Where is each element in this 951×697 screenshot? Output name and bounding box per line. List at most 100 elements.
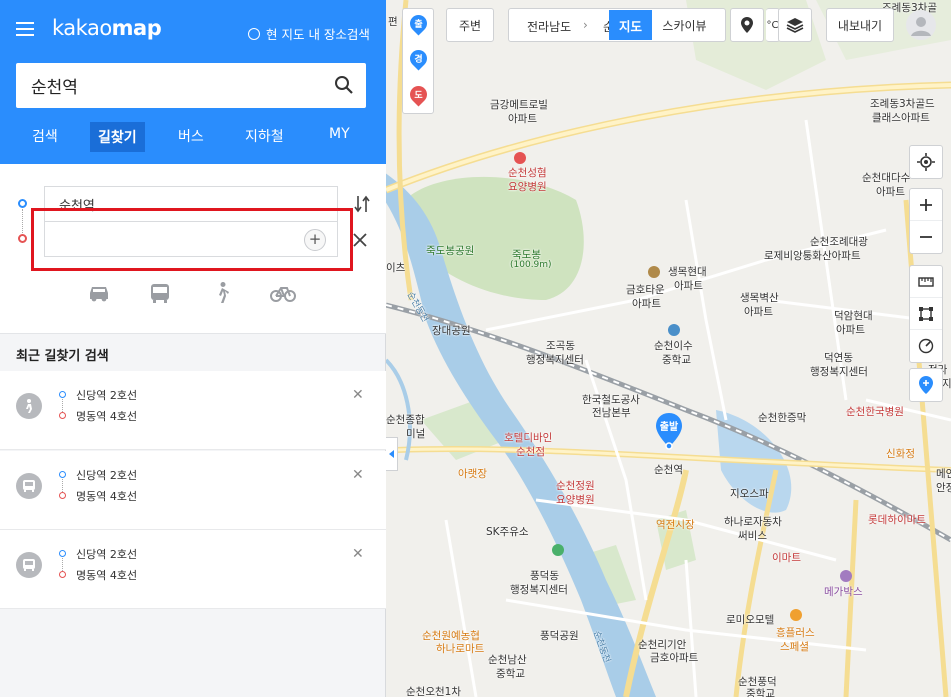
tab-directions[interactable]: 길찾기 <box>90 122 145 152</box>
route-markers-bar: 출 경 도 <box>402 8 434 114</box>
measure-tools <box>909 265 943 363</box>
map-label: 아파트 <box>674 280 703 292</box>
recent-destination: 명동역 4호선 <box>76 569 138 582</box>
tab-subway[interactable]: 지하철 <box>245 126 284 146</box>
export-button[interactable]: 내보내기 <box>826 8 894 42</box>
roadview-button[interactable] <box>730 8 764 42</box>
area-search-toggle[interactable]: 현 지도 내 장소검색 <box>248 24 370 43</box>
hamburger-menu-icon[interactable] <box>16 22 34 36</box>
area-measure-button[interactable] <box>910 298 942 330</box>
map-label: 금강메트로빌 <box>490 99 548 111</box>
map-label: 하나로자동차 <box>724 516 782 528</box>
swap-icon[interactable] <box>354 194 370 214</box>
search-icon[interactable] <box>334 75 354 95</box>
transit-icon <box>16 473 42 499</box>
add-waypoint-button[interactable]: + <box>304 229 326 251</box>
walk-icon[interactable] <box>210 281 236 305</box>
zoom-out-button[interactable] <box>910 221 942 253</box>
origin-dot-icon <box>59 471 66 478</box>
map-label: 써비스 <box>738 530 767 542</box>
side-panel: kakaomap 현 지도 내 장소검색 검색 길찾기 버스 지하철 MY 순천… <box>0 0 386 697</box>
start-marker-button[interactable]: 출 <box>406 11 431 37</box>
close-icon[interactable] <box>352 232 368 248</box>
remove-recent-button[interactable]: ✕ <box>352 546 364 562</box>
tab-bus[interactable]: 버스 <box>178 126 204 146</box>
gas-station-poi-icon[interactable] <box>552 544 564 556</box>
map-label: 생목현대 <box>668 266 707 278</box>
map-label: 호텔디바인 <box>504 432 553 444</box>
origin-dot-icon <box>18 199 27 208</box>
car-icon[interactable] <box>86 281 112 305</box>
map-label: 아랫장 <box>458 468 487 480</box>
area-search-label: 현 지도 내 장소검색 <box>266 27 370 42</box>
panel-collapse-handle[interactable] <box>386 437 398 471</box>
radius-measure-button[interactable] <box>910 330 942 362</box>
map-label: 풍덕동 <box>530 570 559 582</box>
layers-icon <box>786 18 804 33</box>
minus-icon <box>920 236 932 238</box>
map-label: 스페셜 <box>780 641 809 653</box>
tab-search[interactable]: 검색 <box>32 126 58 146</box>
user-avatar[interactable] <box>906 10 936 40</box>
apartment-poi-icon[interactable] <box>648 266 660 278</box>
school-poi-icon[interactable] <box>668 324 680 336</box>
map-view-button[interactable]: 지도 <box>609 10 652 40</box>
cinema-poi-icon[interactable] <box>840 570 852 582</box>
waypoint-marker-button[interactable]: 경 <box>406 46 431 72</box>
layers-button[interactable] <box>778 8 812 42</box>
add-place-button[interactable] <box>910 369 942 401</box>
recent-route-item[interactable]: 신당역 2호선 명동역 4호선 ✕ <box>0 371 386 450</box>
map-label: 순천이수 <box>654 340 693 352</box>
recent-route-item[interactable]: 신당역 2호선 명동역 4호선 ✕ <box>0 451 386 530</box>
destination-dot-icon <box>59 571 66 578</box>
distance-measure-button[interactable] <box>910 266 942 298</box>
map-label: 덕암현대 <box>834 310 873 322</box>
destination-dot-icon <box>59 492 66 499</box>
map-label: 하나로마트 <box>436 643 485 655</box>
chevron-right-icon: › <box>583 18 588 32</box>
route-connector <box>62 558 63 571</box>
kakaomap-logo[interactable]: kakaomap <box>52 16 162 40</box>
map-label: 순천대다수 <box>862 172 911 184</box>
tab-my[interactable]: MY <box>329 126 350 142</box>
map-label: 아파트 <box>744 306 773 318</box>
map-label: 역전시장 <box>656 519 695 531</box>
crosshair-icon <box>917 153 935 171</box>
region-province[interactable]: 전라남도 <box>527 18 571 35</box>
location-pin-icon <box>741 17 753 33</box>
destination-field[interactable]: + <box>44 221 338 257</box>
user-icon <box>911 17 931 36</box>
map-label: 전남본부 <box>592 407 631 419</box>
map-label: 이츠 <box>386 262 406 274</box>
map-label: 편 <box>388 16 398 28</box>
search-input[interactable] <box>16 75 316 96</box>
bus-icon[interactable] <box>147 281 173 305</box>
transit-icon <box>16 552 42 578</box>
bike-icon[interactable] <box>270 281 296 305</box>
radio-icon[interactable] <box>248 27 260 40</box>
map-label: 순천종합 <box>386 414 425 426</box>
remove-recent-button[interactable]: ✕ <box>352 387 364 403</box>
origin-field[interactable]: 순천역 <box>44 186 338 222</box>
recent-route-item[interactable]: 신당역 2호선 명동역 4호선 ✕ <box>0 530 386 609</box>
zoom-in-button[interactable] <box>910 189 942 221</box>
search-box <box>16 63 366 108</box>
shop-poi-icon[interactable] <box>790 609 802 621</box>
map-label: 죽도봉공원 <box>426 245 475 257</box>
map-label: 조례동3차골드 <box>870 98 935 110</box>
current-location-button[interactable] <box>910 146 942 178</box>
nearby-button[interactable]: 주변 <box>446 8 494 42</box>
departure-pin-icon[interactable]: 출발 <box>654 411 684 451</box>
remove-recent-button[interactable]: ✕ <box>352 467 364 483</box>
map-canvas[interactable]: 금강메트로빌 아파트 순천성혐 요양병원 죽도봉공원 죽도봉 (100.9m) … <box>386 0 951 697</box>
hospital-poi-icon[interactable] <box>514 152 526 164</box>
recent-origin: 신당역 2호선 <box>76 548 138 561</box>
map-label: 생목벽산 <box>740 292 779 304</box>
map-label: 아파트 <box>836 324 865 336</box>
skyview-button[interactable]: 스카이뷰 <box>652 10 717 40</box>
destination-marker-button[interactable]: 도 <box>406 82 431 108</box>
map-label: 풍덕공원 <box>540 630 579 642</box>
map-label: 중학교 <box>746 688 775 697</box>
map-label: 이마트 <box>772 552 801 564</box>
recent-origin: 신당역 2호선 <box>76 389 138 402</box>
